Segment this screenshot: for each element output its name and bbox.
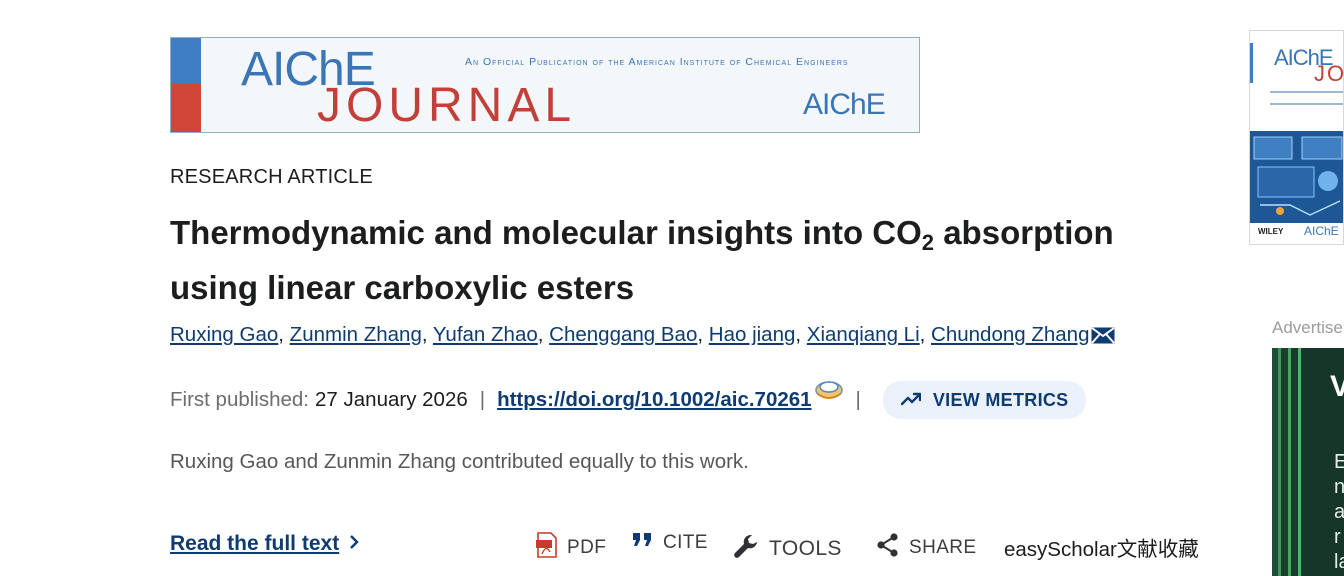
article-actions: Read the full text PDF CITE TOOLS SHARE … — [170, 530, 1210, 562]
tools-label: TOOLS — [769, 537, 842, 560]
banner-red-stripe — [171, 84, 201, 132]
quote-icon — [632, 532, 654, 554]
cover-title-bottom: JOU — [1314, 61, 1343, 86]
advert-headline: V — [1330, 370, 1344, 403]
doi-link[interactable]: https://doi.org/10.1002/aic.70261 — [497, 388, 811, 412]
author-separator: , — [278, 323, 290, 346]
pdf-icon — [536, 532, 558, 564]
article-title: Thermodynamic and molecular insights int… — [170, 210, 1180, 310]
cover-publisher: WILEY — [1258, 227, 1284, 236]
journal-cover-thumbnail[interactable]: AIChE JOU WILEY AIChE — [1249, 30, 1344, 245]
crossref-icon[interactable] — [814, 378, 844, 408]
advertisement-banner[interactable]: V E n a r la — [1272, 348, 1344, 576]
banner-logo: AIChE — [803, 88, 886, 121]
author-separator: , — [537, 323, 550, 346]
author-link[interactable]: Xianqiang Li — [807, 323, 920, 346]
banner-name-bottom: JOURNAL — [317, 79, 577, 132]
cover-logo: AIChE — [1304, 224, 1339, 238]
pdf-label: PDF — [567, 537, 607, 558]
cite-button[interactable]: CITE — [632, 532, 708, 554]
email-icon[interactable] — [1091, 326, 1116, 350]
cite-label: CITE — [663, 532, 708, 553]
share-button[interactable]: SHARE — [876, 532, 976, 564]
view-metrics-label: VIEW METRICS — [932, 389, 1069, 410]
author-separator: , — [795, 323, 807, 346]
author-link[interactable]: Yufan Zhao — [433, 323, 538, 346]
author-link[interactable]: Hao jiang — [709, 323, 796, 346]
banner-blue-stripe — [171, 38, 201, 84]
easyscholar-button[interactable]: easyScholar文献收藏 — [1004, 532, 1199, 562]
cover-artwork — [1250, 131, 1343, 223]
chevron-right-icon — [349, 532, 359, 556]
author-link[interactable]: Ruxing Gao — [170, 323, 278, 346]
author-link[interactable]: Chundong Zhang — [931, 323, 1089, 346]
wrench-icon — [732, 532, 760, 566]
title-part1: Thermodynamic and molecular insights int… — [170, 214, 922, 251]
cover-stripe — [1250, 43, 1253, 83]
share-icon — [876, 532, 900, 564]
trending-up-icon — [900, 390, 922, 411]
author-separator: , — [421, 323, 433, 346]
advertisement-label: Advertise — [1272, 318, 1343, 337]
journal-banner[interactable]: AIChE JOURNAL An Official Publication of… — [170, 37, 920, 133]
banner-tagline: An Official Publication of the American … — [465, 56, 849, 68]
contribution-note: Ruxing Gao and Zunmin Zhang contributed … — [170, 450, 749, 473]
pdf-button[interactable]: PDF — [536, 532, 606, 564]
publication-info: First published: 27 January 2026 | https… — [170, 378, 1087, 419]
first-published-date: 27 January 2026 — [315, 388, 468, 411]
title-subscript: 2 — [921, 230, 935, 255]
author-link[interactable]: Chenggang Bao — [549, 323, 697, 346]
view-metrics-button[interactable]: VIEW METRICS — [882, 381, 1087, 419]
tools-button[interactable]: TOOLS — [732, 532, 842, 566]
divider: | — [855, 388, 861, 411]
author-list: Ruxing Gao, Zunmin Zhang, Yufan Zhao, Ch… — [170, 323, 1116, 350]
first-published-label: First published: — [170, 388, 310, 411]
read-full-text-link[interactable]: Read the full text — [170, 532, 359, 556]
share-label: SHARE — [909, 537, 977, 558]
divider: | — [479, 388, 486, 411]
author-link[interactable]: Zunmin Zhang — [290, 323, 422, 346]
cover-text-lines — [1270, 91, 1343, 105]
read-full-text-label: Read the full text — [170, 532, 340, 555]
author-separator: , — [697, 323, 709, 346]
advert-body-text: E n a r la — [1334, 451, 1344, 573]
article-type: RESEARCH ARTICLE — [170, 166, 373, 188]
author-separator: , — [919, 323, 932, 346]
